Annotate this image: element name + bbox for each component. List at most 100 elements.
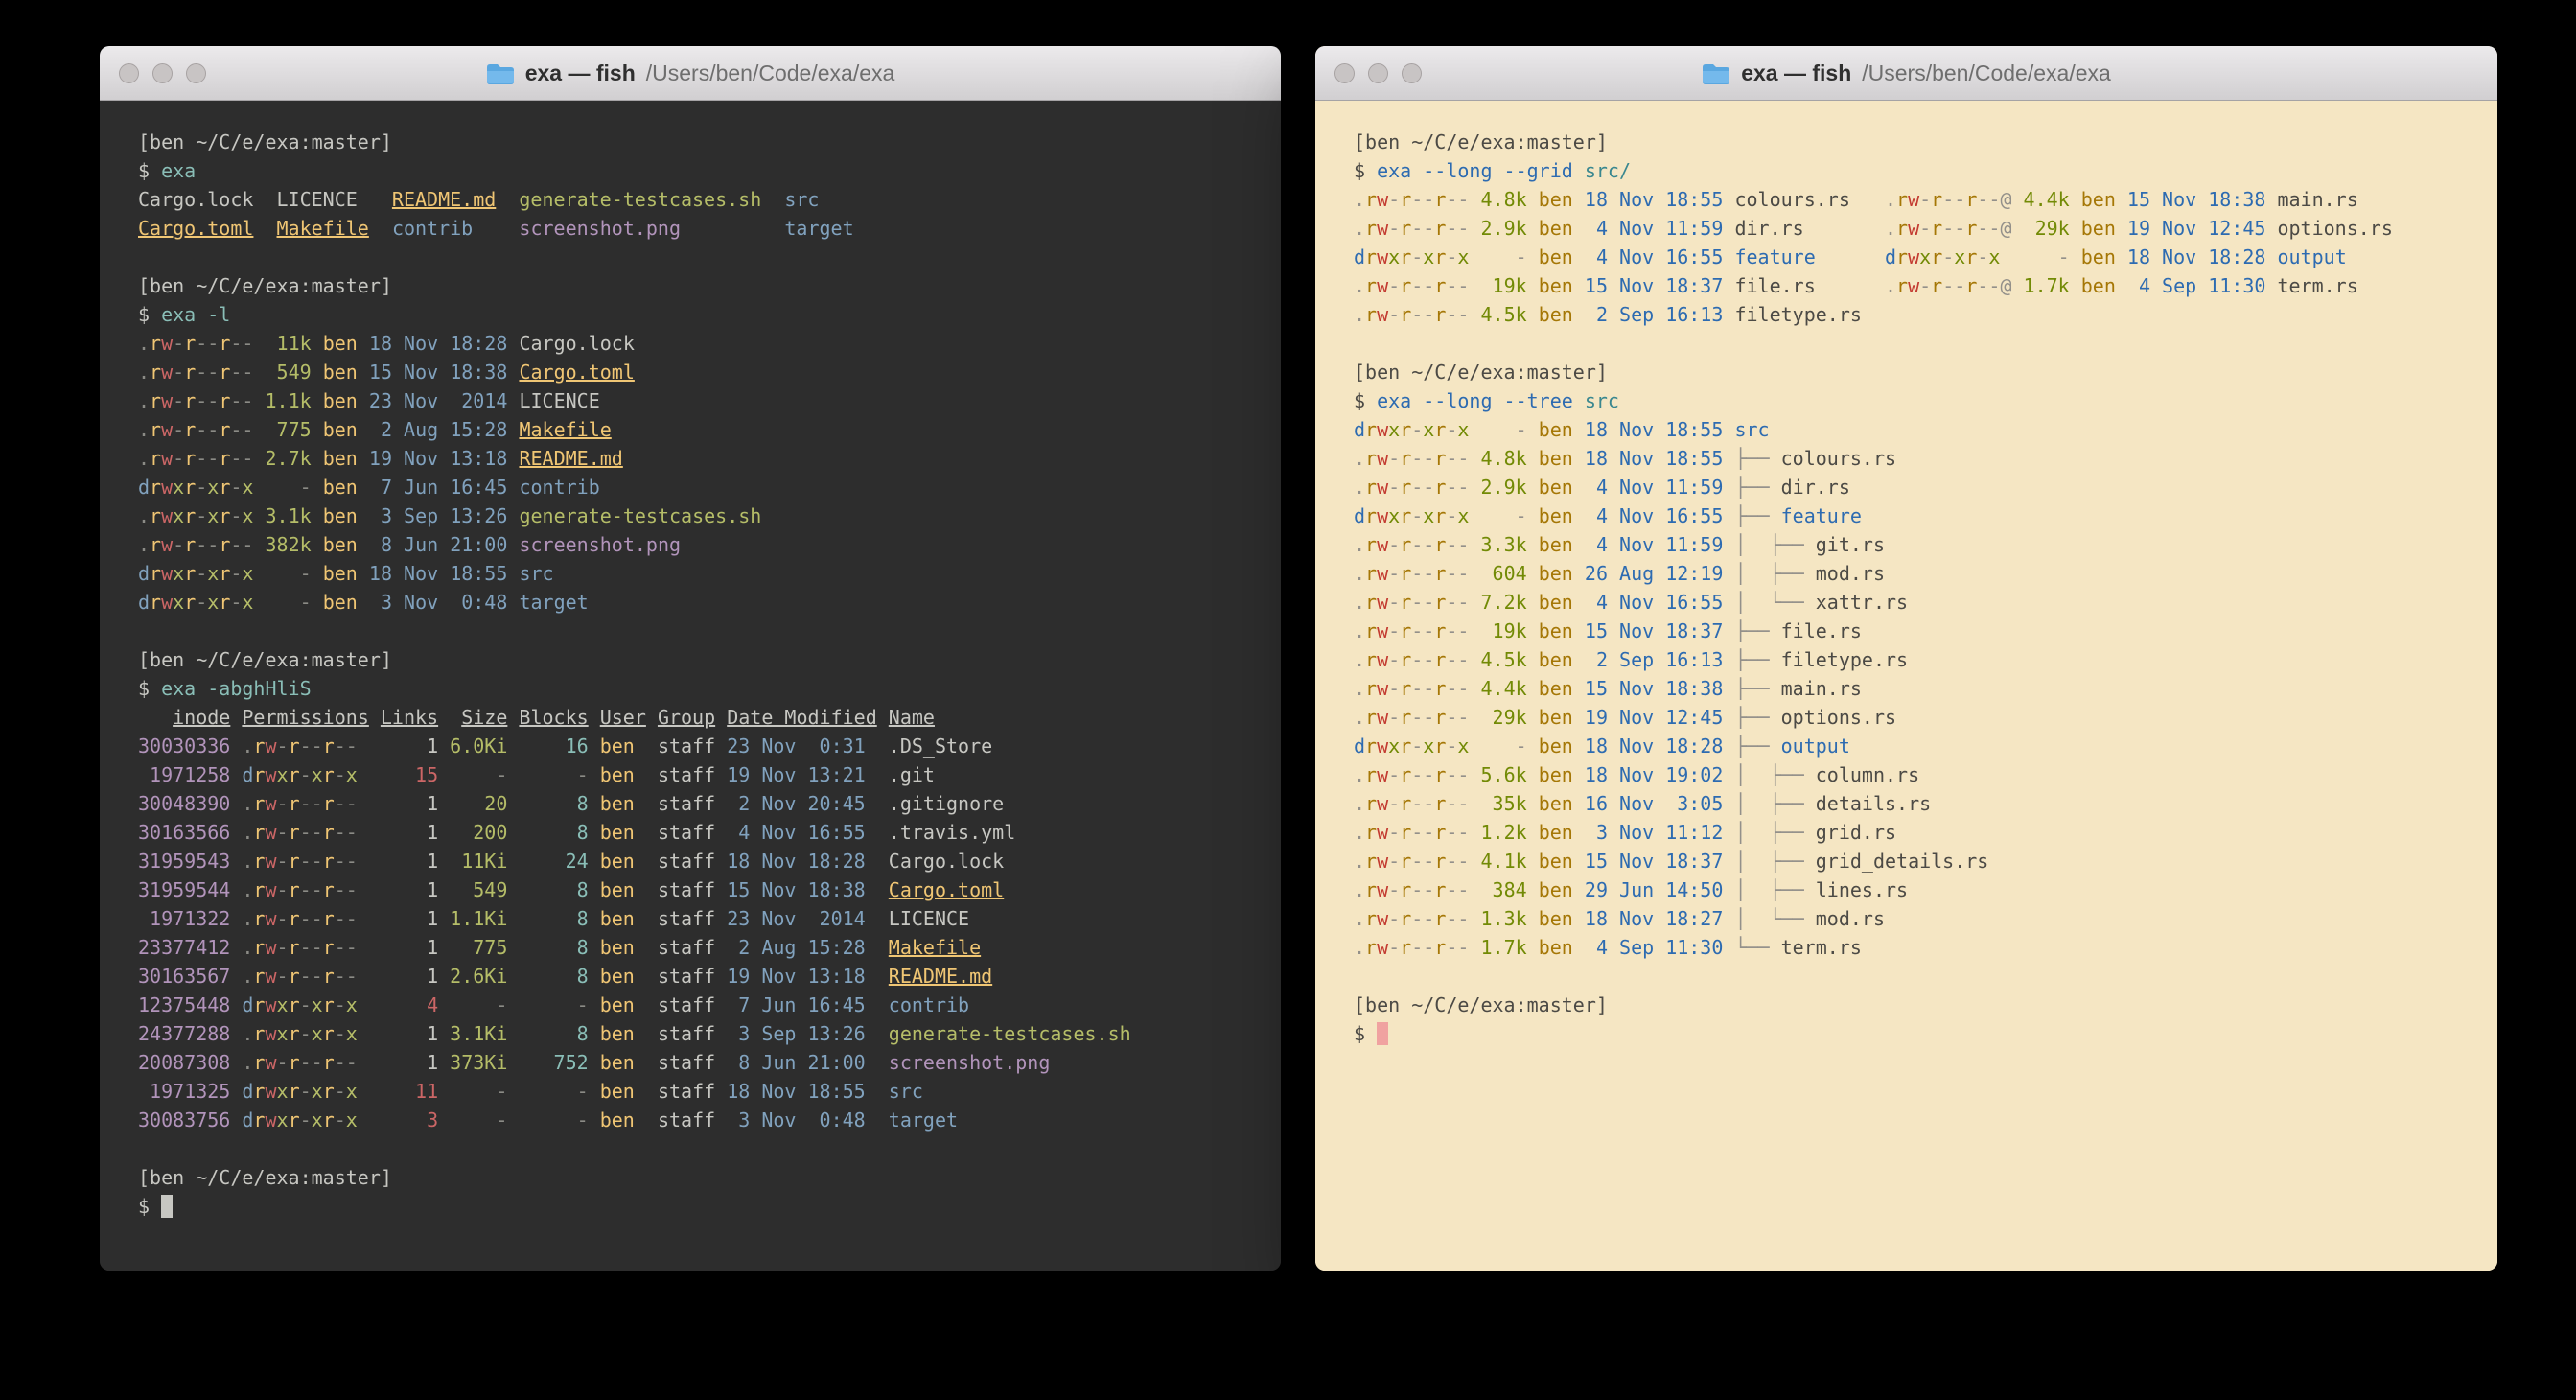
terminal-text: ben: [1527, 706, 1573, 729]
terminal-text: r: [1400, 936, 1411, 959]
terminal-text: Date Modified: [727, 706, 877, 729]
terminal-text: -: [196, 562, 207, 585]
terminal-text: x: [1457, 735, 1469, 758]
terminal-text: w: [265, 936, 276, 959]
terminal-text: --: [300, 936, 323, 959]
terminal-text: r: [1365, 418, 1377, 441]
terminal-text: [646, 706, 658, 729]
terminal-text: ben: [1527, 907, 1573, 930]
terminal-text: -: [300, 1080, 312, 1103]
terminal-text: r: [150, 332, 161, 355]
terminal-text: w: [1377, 677, 1388, 700]
terminal-text: src: [784, 188, 819, 211]
terminal-text: x: [1423, 735, 1434, 758]
terminal-text: [866, 1108, 889, 1132]
terminal-text: d: [1354, 504, 1365, 527]
terminal-text: x: [1423, 245, 1434, 268]
terminal-text: w: [161, 476, 173, 499]
terminal-text: grid.rs: [1816, 821, 1896, 844]
folder-icon[interactable]: [486, 62, 515, 84]
terminal-text: r: [1365, 274, 1377, 297]
terminal-text: r: [150, 591, 161, 614]
terminal-text: w: [161, 591, 173, 614]
titlebar[interactable]: exa — fish /Users/ben/Code/exa/exa: [1315, 46, 2497, 101]
terminal-text: 2.9k: [1469, 476, 1526, 499]
terminal-text: 15: [358, 763, 438, 786]
terminal-text: r: [1365, 677, 1377, 700]
terminal-text: src: [519, 562, 553, 585]
terminal-text: ben: [312, 332, 358, 355]
terminal-line: $ exa: [138, 156, 1281, 185]
terminal-text: -: [1942, 245, 1954, 268]
terminal-text: lines.rs: [1816, 878, 1908, 901]
terminal-text: r: [289, 907, 300, 930]
terminal-text: -: [1388, 792, 1400, 815]
zoom-button[interactable]: [186, 63, 206, 83]
terminal-text: w: [1377, 245, 1388, 268]
terminal-text: 3.1k: [253, 504, 311, 527]
terminal-text: w: [1377, 447, 1388, 470]
terminal-text: 3: [358, 1108, 438, 1132]
terminal-text: r: [1434, 821, 1446, 844]
terminal-text: exa -l: [161, 303, 230, 326]
close-button[interactable]: [119, 63, 139, 83]
terminal-text: --: [1942, 188, 1965, 211]
titlebar[interactable]: exa — fish /Users/ben/Code/exa/exa: [100, 46, 1281, 101]
terminal-content-left[interactable]: [ben ~/C/e/exa:master]$ exaCargo.lock LI…: [100, 101, 1281, 1271]
terminal-text: w: [1377, 274, 1388, 297]
terminal-text: -: [277, 907, 289, 930]
zoom-button[interactable]: [1402, 63, 1422, 83]
terminal-text: .DS_Store: [866, 735, 992, 758]
terminal-text: ├──: [1723, 735, 1780, 758]
terminal-text: ├──: [1723, 677, 1780, 700]
terminal-text: │ ├──: [1723, 533, 1815, 556]
terminal-text: .: [1354, 936, 1365, 959]
terminal-text: r: [219, 389, 230, 412]
terminal-line: $ exa -l: [138, 300, 1281, 329]
terminal-text: ben: [1527, 821, 1573, 844]
terminal-text: -: [1388, 274, 1400, 297]
terminal-text: w: [1377, 763, 1388, 786]
terminal-text: r: [1434, 850, 1446, 873]
terminal-text: colours.rs: [1781, 447, 1896, 470]
minimize-button[interactable]: [152, 63, 173, 83]
terminal-text: r: [219, 591, 230, 614]
terminal-text: -: [1411, 504, 1423, 527]
terminal-line: .rw-r--r-- 4.8k ben 18 Nov 18:55 ├── col…: [1354, 444, 2497, 473]
terminal-text: r: [253, 850, 265, 873]
terminal-text: --: [335, 792, 358, 815]
terminal-content-right[interactable]: [ben ~/C/e/exa:master]$ exa --long --gri…: [1315, 101, 2497, 1271]
terminal-text: 18 Nov 18:55: [1573, 447, 1724, 470]
terminal-text: [230, 1051, 242, 1074]
terminal-text: 1: [358, 1051, 438, 1074]
terminal-line: .rw-r--r-- 2.9k ben 4 Nov 11:59 ├── dir.…: [1354, 473, 2497, 502]
terminal-text: -: [1411, 245, 1423, 268]
terminal-text: 30048390: [138, 792, 230, 815]
terminal-text: r: [289, 1022, 300, 1045]
minimize-button[interactable]: [1368, 63, 1388, 83]
terminal-text: r: [1400, 303, 1411, 326]
terminal-text: │ ├──: [1723, 850, 1815, 873]
terminal-text: target: [519, 591, 588, 614]
terminal-text: --: [1411, 217, 1434, 240]
terminal-text: r: [184, 418, 196, 441]
close-button[interactable]: [1334, 63, 1355, 83]
terminal-text: [ben ~/C/e/exa:master]: [138, 274, 392, 297]
terminal-text: -: [1388, 447, 1400, 470]
terminal-text: r: [1400, 562, 1411, 585]
terminal-text: .: [1354, 907, 1365, 930]
terminal-text: -: [438, 763, 507, 786]
folder-icon[interactable]: [1702, 62, 1730, 84]
terminal-text: 8: [507, 907, 588, 930]
terminal-text: 4.8k: [1469, 447, 1526, 470]
terminal-text: [2265, 245, 2277, 268]
terminal-text: w: [265, 993, 276, 1016]
terminal-text: -: [1388, 533, 1400, 556]
terminal-text: Size: [461, 706, 507, 729]
terminal-text: .: [242, 1022, 253, 1045]
terminal-text: mod.rs: [1816, 562, 1885, 585]
terminal-text: LICENCE: [866, 907, 969, 930]
terminal-text: 2.6Ki: [438, 965, 507, 988]
terminal-text: --: [230, 332, 253, 355]
terminal-text: 1971322: [138, 907, 230, 930]
